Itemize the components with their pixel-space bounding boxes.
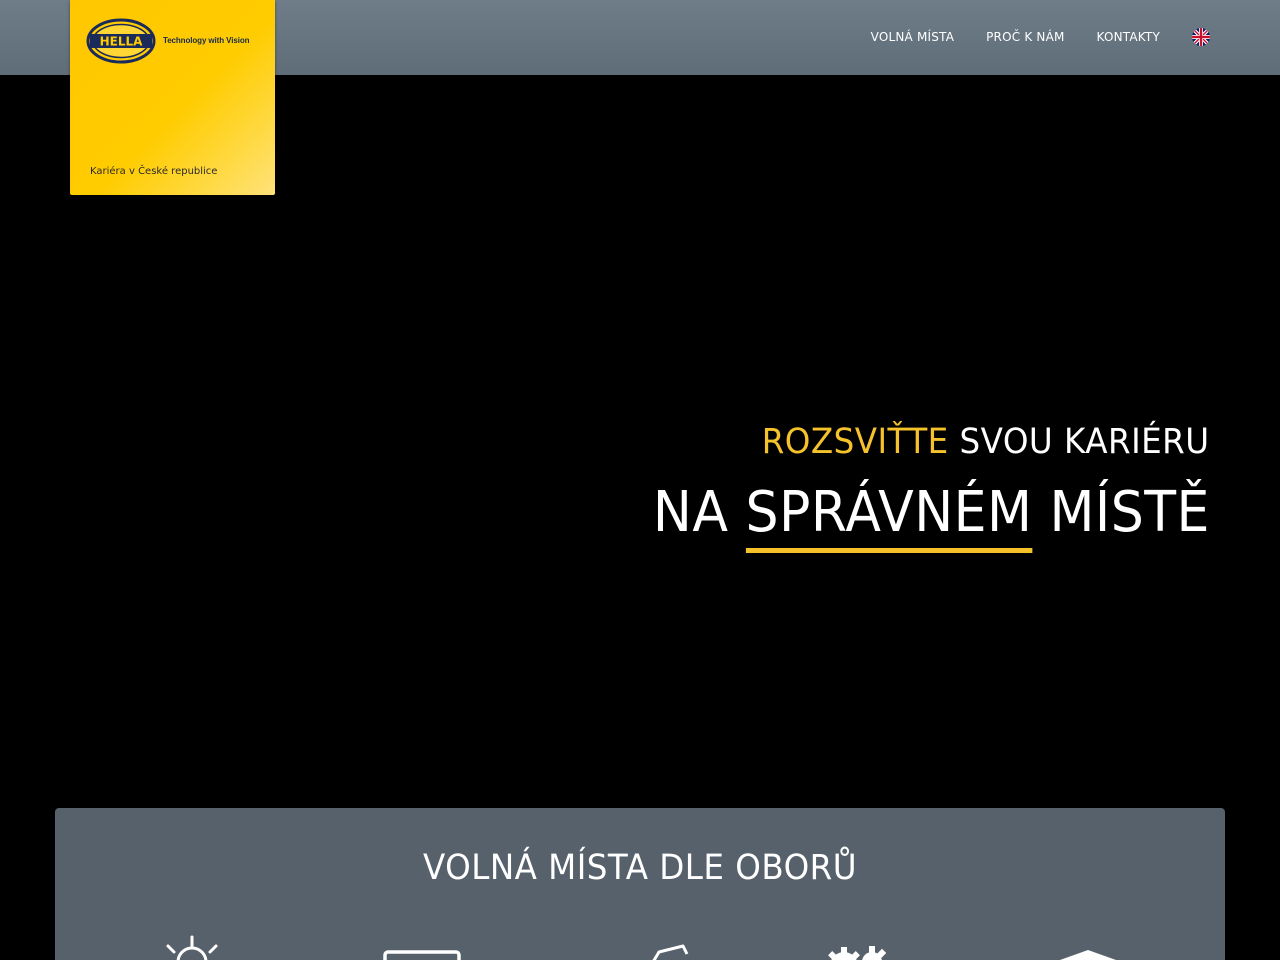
career-subtitle: Kariéra v České republice [90, 166, 218, 177]
graduation-cap-icon[interactable] [1058, 932, 1118, 960]
page: VOLNÁ MÍSTA PROČ K NÁM KONTAKTY HELLA Te… [0, 0, 1280, 960]
hero-accent-word: ROZSVIŤTE [762, 422, 950, 462]
light-bulb-icon[interactable] [158, 932, 226, 960]
hero-line2-end: MÍSTĚ [1049, 480, 1210, 545]
nav-kontakty[interactable]: KONTAKTY [1097, 30, 1160, 44]
logo-card[interactable]: HELLA Technology with Vision Kariéra v Č… [70, 0, 275, 195]
monitor-icon[interactable] [382, 932, 462, 960]
gears-icon[interactable] [826, 932, 888, 960]
hella-logo: HELLA [86, 18, 156, 64]
nav-volna-mista[interactable]: VOLNÁ MÍSTA [871, 30, 954, 44]
main-nav: VOLNÁ MÍSTA PROČ K NÁM KONTAKTY [839, 28, 1210, 46]
hero-headline-line2: NA SPRÁVNÉM MÍSTĚ [653, 478, 1210, 553]
categories-title: VOLNÁ MÍSTA DLE OBORŮ [422, 848, 858, 888]
nav-proc-k-nam[interactable]: PROČ K NÁM [986, 30, 1064, 44]
hero-line2-start: NA [653, 480, 729, 545]
uk-flag-icon[interactable] [1192, 28, 1210, 46]
logo-tagline: Technology with Vision [163, 36, 250, 45]
document-icon[interactable] [645, 932, 695, 960]
hero-underlined-word: SPRÁVNÉM [745, 478, 1033, 553]
hero-headline-line1: ROZSVIŤTE SVOU KARIÉRU [762, 422, 1210, 462]
hero-line1-rest: SVOU KARIÉRU [960, 422, 1210, 462]
svg-text:HELLA: HELLA [100, 35, 144, 49]
